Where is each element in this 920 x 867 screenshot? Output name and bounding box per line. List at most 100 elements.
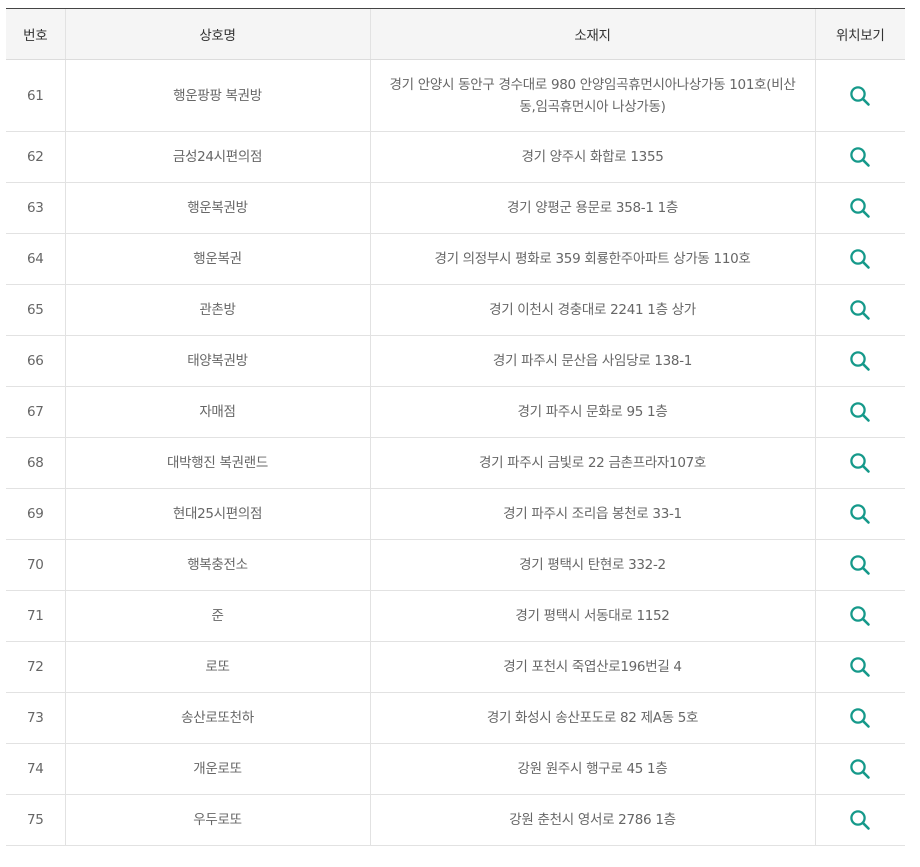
store-name: 로또	[64, 641, 370, 693]
location-cell	[814, 590, 905, 642]
view-location-button[interactable]	[849, 605, 871, 627]
row-number: 73	[6, 692, 65, 744]
view-location-button[interactable]	[849, 452, 871, 474]
location-cell	[814, 743, 905, 795]
table-row: 64 행운복권 경기 의정부시 평화로 359 회룡한주아파트 상가동 110호	[6, 233, 905, 285]
store-address: 경기 파주시 금빛로 22 금촌프라자107호	[369, 437, 815, 489]
table-row: 65 관촌방 경기 이천시 경충대로 2241 1층 상가	[6, 284, 905, 336]
row-number: 74	[6, 743, 65, 795]
view-location-button[interactable]	[849, 248, 871, 270]
row-number: 68	[6, 437, 65, 489]
table-row: 62 금성24시편의점 경기 양주시 화합로 1355	[6, 131, 905, 183]
search-icon	[850, 759, 871, 779]
table-row: 61 행운팡팡 복권방 경기 안양시 동안구 경수대로 980 안양임곡휴먼시아…	[6, 59, 905, 132]
view-location-button[interactable]	[849, 554, 871, 576]
location-cell	[814, 182, 905, 234]
store-address: 경기 평택시 서동대로 1152	[369, 590, 815, 642]
store-name: 송산로또천하	[64, 692, 370, 744]
store-name: 금성24시편의점	[64, 131, 370, 183]
store-name: 행운복권방	[64, 182, 370, 234]
search-icon	[850, 606, 871, 626]
store-name: 태양복권방	[64, 335, 370, 387]
store-name: 자매점	[64, 386, 370, 438]
header-location: 위치보기	[814, 8, 905, 60]
search-icon	[850, 708, 871, 728]
location-cell	[814, 692, 905, 744]
row-number: 62	[6, 131, 65, 183]
view-location-button[interactable]	[849, 299, 871, 321]
store-address: 경기 이천시 경충대로 2241 1층 상가	[369, 284, 815, 336]
row-number: 75	[6, 794, 65, 846]
store-address: 경기 평택시 탄현로 332-2	[369, 539, 815, 591]
row-number: 71	[6, 590, 65, 642]
store-address: 경기 파주시 문화로 95 1층	[369, 386, 815, 438]
store-name: 현대25시편의점	[64, 488, 370, 540]
search-icon	[850, 85, 871, 106]
view-location-button[interactable]	[849, 809, 871, 831]
view-location-button[interactable]	[849, 707, 871, 729]
view-location-button[interactable]	[849, 85, 871, 107]
location-cell	[814, 539, 905, 591]
store-name: 행복충전소	[64, 539, 370, 591]
search-icon	[850, 453, 871, 473]
search-icon	[850, 300, 871, 320]
location-cell	[814, 437, 905, 489]
store-name: 관촌방	[64, 284, 370, 336]
view-location-button[interactable]	[849, 197, 871, 219]
table-header: 번호 상호명 소재지 위치보기	[6, 8, 905, 60]
search-icon	[850, 249, 871, 269]
row-number: 63	[6, 182, 65, 234]
store-address: 경기 화성시 송산포도로 82 제A동 5호	[369, 692, 815, 744]
store-name: 행운복권	[64, 233, 370, 285]
table-row: 69 현대25시편의점 경기 파주시 조리읍 봉천로 33-1	[6, 488, 905, 540]
location-cell	[814, 233, 905, 285]
store-address: 경기 파주시 조리읍 봉천로 33-1	[369, 488, 815, 540]
location-cell	[814, 335, 905, 387]
table-row: 63 행운복권방 경기 양평군 용문로 358-1 1층	[6, 182, 905, 234]
table-row: 72 로또 경기 포천시 죽엽산로196번길 4	[6, 641, 905, 693]
row-number: 66	[6, 335, 65, 387]
store-name: 우두로또	[64, 794, 370, 846]
view-location-button[interactable]	[849, 656, 871, 678]
table-row: 74 개운로또 강원 원주시 행구로 45 1층	[6, 743, 905, 795]
row-number: 67	[6, 386, 65, 438]
location-cell	[814, 488, 905, 540]
row-number: 61	[6, 59, 65, 132]
row-number: 72	[6, 641, 65, 693]
view-location-button[interactable]	[849, 758, 871, 780]
row-number: 65	[6, 284, 65, 336]
store-address: 경기 안양시 동안구 경수대로 980 안양임곡휴먼시아나상가동 101호(비산…	[369, 59, 815, 132]
search-icon	[850, 657, 871, 677]
store-address: 경기 양평군 용문로 358-1 1층	[369, 182, 815, 234]
view-location-button[interactable]	[849, 401, 871, 423]
table-row: 68 대박행진 복권랜드 경기 파주시 금빛로 22 금촌프라자107호	[6, 437, 905, 489]
store-name: 대박행진 복권랜드	[64, 437, 370, 489]
store-name: 행운팡팡 복권방	[64, 59, 370, 132]
search-icon	[850, 147, 871, 167]
store-address: 강원 춘천시 영서로 2786 1층	[369, 794, 815, 846]
store-name: 준	[64, 590, 370, 642]
search-icon	[850, 504, 871, 524]
store-address: 경기 포천시 죽엽산로196번길 4	[369, 641, 815, 693]
table-row: 66 태양복권방 경기 파주시 문산읍 사임당로 138-1	[6, 335, 905, 387]
table-row: 70 행복충전소 경기 평택시 탄현로 332-2	[6, 539, 905, 591]
header-address: 소재지	[369, 8, 815, 60]
view-location-button[interactable]	[849, 350, 871, 372]
search-icon	[850, 402, 871, 422]
location-cell	[814, 284, 905, 336]
store-address: 경기 의정부시 평화로 359 회룡한주아파트 상가동 110호	[369, 233, 815, 285]
table-row: 67 자매점 경기 파주시 문화로 95 1층	[6, 386, 905, 438]
table-row: 71 준 경기 평택시 서동대로 1152	[6, 590, 905, 642]
search-icon	[850, 555, 871, 575]
view-location-button[interactable]	[849, 146, 871, 168]
row-number: 70	[6, 539, 65, 591]
row-number: 64	[6, 233, 65, 285]
view-location-button[interactable]	[849, 503, 871, 525]
search-icon	[850, 198, 871, 218]
row-number: 69	[6, 488, 65, 540]
search-icon	[850, 351, 871, 371]
location-cell	[814, 59, 905, 132]
table-row: 75 우두로또 강원 춘천시 영서로 2786 1층	[6, 794, 905, 846]
store-address: 강원 원주시 행구로 45 1층	[369, 743, 815, 795]
store-address: 경기 양주시 화합로 1355	[369, 131, 815, 183]
